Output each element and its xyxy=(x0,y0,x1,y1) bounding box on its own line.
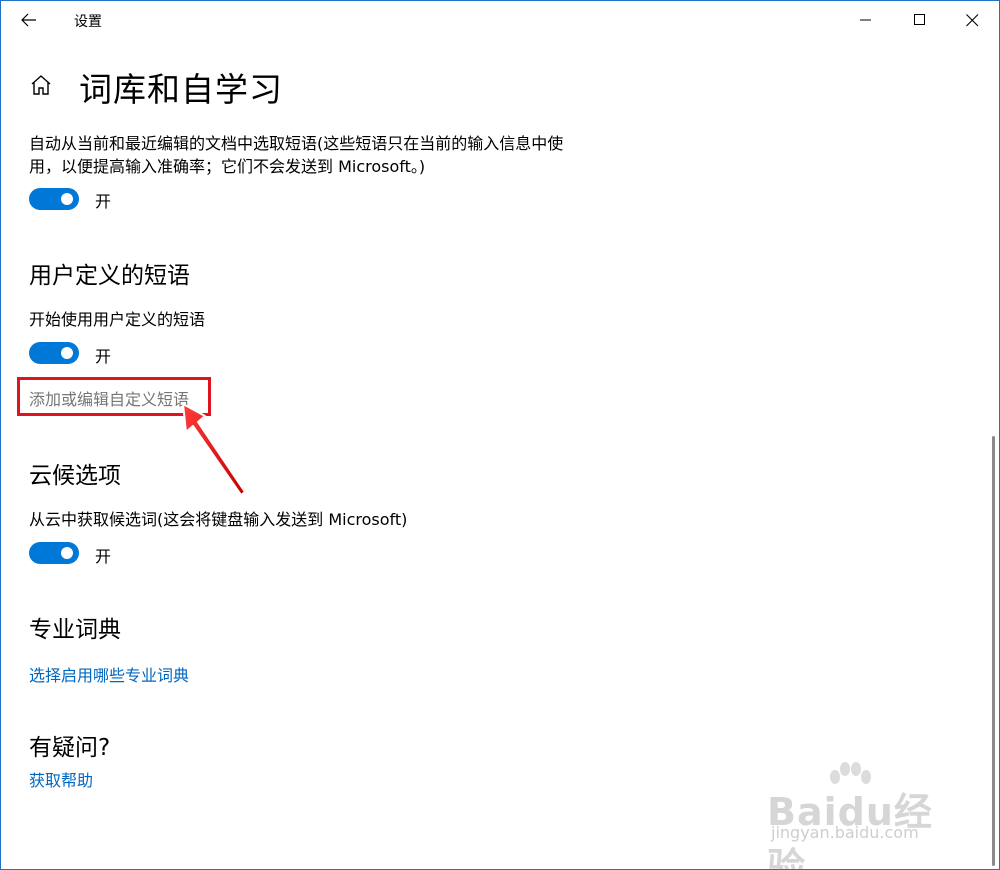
toggle-knob xyxy=(61,193,73,205)
title-bar: 设置 xyxy=(1,1,999,39)
close-icon xyxy=(965,13,978,26)
maximize-icon xyxy=(914,14,925,25)
window-title: 设置 xyxy=(74,14,102,30)
toggle-knob xyxy=(61,547,73,559)
home-button[interactable] xyxy=(29,73,55,99)
autolearn-toggle[interactable] xyxy=(29,188,79,210)
minimize-icon xyxy=(860,19,871,21)
cloud-toggle[interactable] xyxy=(29,542,79,564)
user-phrases-label: 开始使用用户定义的短语 xyxy=(29,310,206,329)
back-arrow-icon xyxy=(21,13,36,27)
annotation-arrow-icon xyxy=(182,403,246,496)
choose-dictionaries-link[interactable]: 选择启用哪些专业词典 xyxy=(29,662,189,686)
get-help-link[interactable]: 获取帮助 xyxy=(29,767,93,791)
help-heading: 有疑问? xyxy=(29,735,111,761)
minimize-button[interactable] xyxy=(843,1,889,39)
autolearn-toggle-label: 开 xyxy=(95,192,112,211)
page-title: 词库和自学习 xyxy=(79,70,283,109)
toggle-knob xyxy=(61,347,73,359)
back-button[interactable] xyxy=(9,5,49,35)
dictionaries-heading: 专业词典 xyxy=(29,617,121,643)
home-icon xyxy=(31,75,51,95)
maximize-button[interactable] xyxy=(897,1,943,39)
cloud-toggle-label: 开 xyxy=(95,547,112,566)
baidu-watermark: Baidu经验 jingyan.baidu.com xyxy=(761,761,961,869)
vertical-scrollbar[interactable] xyxy=(992,436,995,866)
cloud-heading: 云候选项 xyxy=(29,463,121,489)
cloud-label: 从云中获取候选词(这会将键盘输入发送到 Microsoft) xyxy=(29,510,408,529)
user-phrases-toggle-label: 开 xyxy=(95,347,112,366)
user-phrases-heading: 用户定义的短语 xyxy=(29,263,190,289)
autolearn-description: 自动从当前和最近编辑的文档中选取短语(这些短语只在当前的输入信息中使用，以便提高… xyxy=(29,134,564,176)
close-button[interactable] xyxy=(949,1,995,39)
watermark-url: jingyan.baidu.com xyxy=(771,823,919,842)
user-phrases-toggle[interactable] xyxy=(29,342,79,364)
settings-window: 设置 词库和自学习 自动从当前和最近编辑的文档中选取短语(这些短语只在当前的输入… xyxy=(0,0,1000,870)
